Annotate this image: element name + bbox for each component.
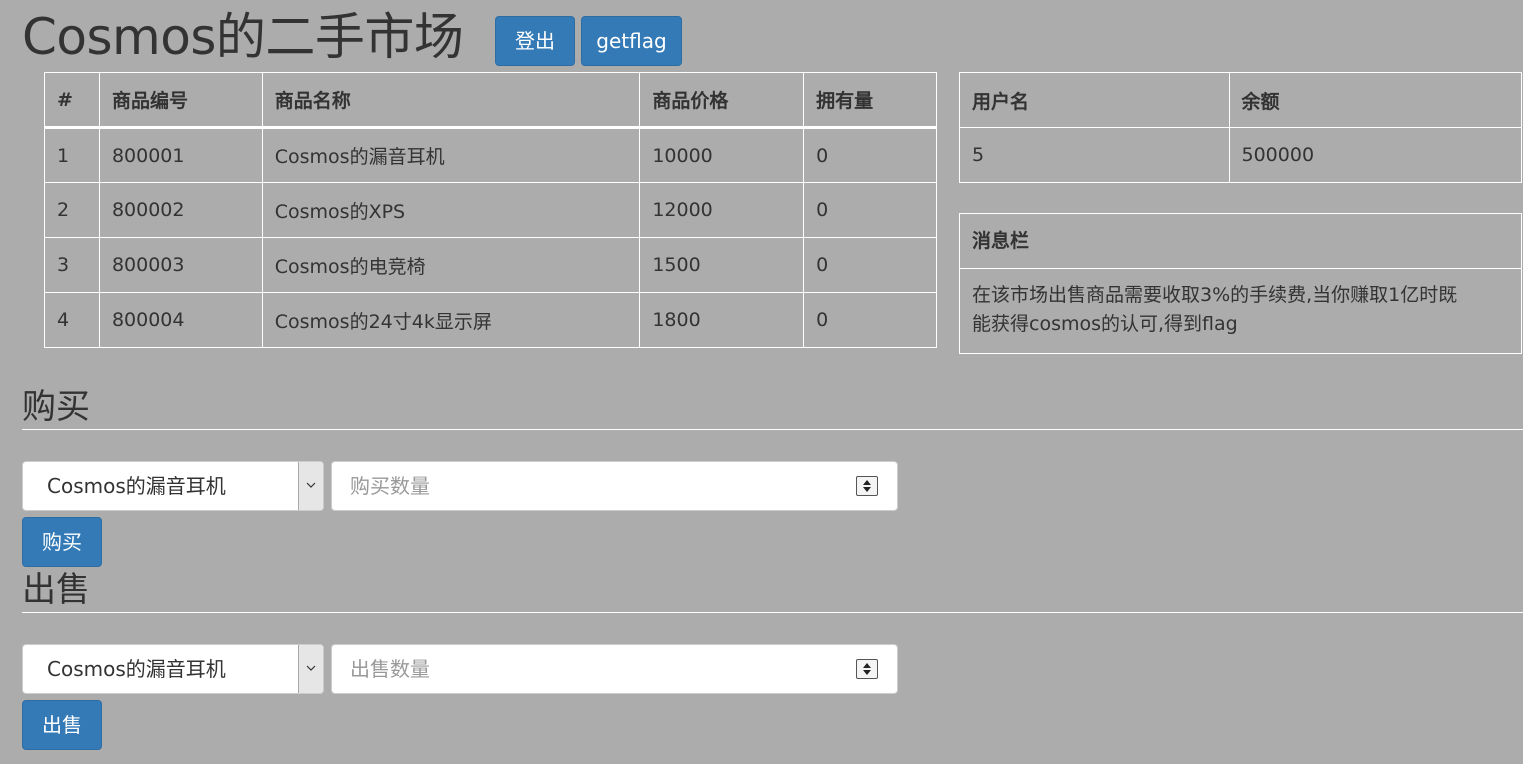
cell-owned: 0 — [803, 237, 937, 293]
sell-quantity-placeholder: 出售数量 — [350, 657, 430, 681]
logout-button[interactable]: 登出 — [495, 16, 575, 66]
sell-button[interactable]: 出售 — [22, 700, 102, 750]
cell-price: 1800 — [639, 292, 805, 348]
sell-product-selected: Cosmos的漏音耳机 — [47, 657, 226, 681]
table-row: 1 800001 Cosmos的漏音耳机 10000 0 — [44, 127, 937, 183]
table-row: 2 800002 Cosmos的XPS 12000 0 — [44, 182, 937, 238]
cell-index: 3 — [44, 237, 100, 293]
user-table-header: 用户名 余额 — [959, 72, 1522, 128]
buy-quantity-placeholder: 购买数量 — [350, 474, 430, 498]
column-header-owned: 拥有量 — [803, 72, 937, 129]
column-header-index: # — [44, 72, 100, 129]
cell-index: 4 — [44, 292, 100, 348]
column-header-id: 商品编号 — [98, 72, 263, 129]
chevron-down-icon[interactable] — [298, 462, 323, 510]
cell-index: 2 — [44, 182, 100, 238]
column-header-username: 用户名 — [959, 72, 1230, 128]
sell-product-select[interactable]: Cosmos的漏音耳机 — [22, 644, 324, 694]
cell-owned: 0 — [803, 182, 937, 238]
column-header-balance: 余额 — [1228, 72, 1522, 128]
sell-quantity-input[interactable]: 出售数量 — [331, 644, 898, 694]
cell-name: Cosmos的电竞椅 — [261, 237, 641, 293]
message-panel-body: 在该市场出售商品需要收取3%的手续费,当你赚取1亿时既 能获得cosmos的认可… — [960, 269, 1521, 339]
user-table: 用户名 余额 5 500000 — [959, 72, 1522, 183]
cell-name: Cosmos的24寸4k显示屏 — [261, 292, 641, 348]
balance-value: 500000 — [1228, 127, 1522, 183]
message-line: 能获得cosmos的认可,得到flag — [972, 313, 1238, 335]
cell-owned: 0 — [803, 127, 937, 183]
cell-index: 1 — [44, 127, 100, 183]
page-title: Cosmos的二手市场 — [22, 8, 464, 66]
column-header-name: 商品名称 — [261, 72, 641, 129]
divider — [22, 429, 1523, 430]
goods-table: # 商品编号 商品名称 商品价格 拥有量 1 800001 Cosmos的漏音耳… — [44, 72, 937, 348]
cell-id: 800004 — [98, 292, 263, 348]
spinner-icon[interactable] — [856, 476, 878, 496]
buy-product-selected: Cosmos的漏音耳机 — [47, 474, 226, 498]
cell-name: Cosmos的XPS — [261, 182, 641, 238]
buy-section-title: 购买 — [22, 387, 90, 427]
chevron-down-icon[interactable] — [298, 645, 323, 693]
cell-price: 10000 — [639, 127, 805, 183]
spinner-icon[interactable] — [856, 659, 878, 679]
cell-owned: 0 — [803, 292, 937, 348]
column-header-price: 商品价格 — [639, 72, 805, 129]
cell-price: 12000 — [639, 182, 805, 238]
cell-price: 1500 — [639, 237, 805, 293]
table-row: 4 800004 Cosmos的24寸4k显示屏 1800 0 — [44, 292, 937, 348]
cell-id: 800001 — [98, 127, 263, 183]
sell-section-title: 出售 — [22, 570, 90, 610]
cell-name: Cosmos的漏音耳机 — [261, 127, 641, 183]
goods-table-header: # 商品编号 商品名称 商品价格 拥有量 — [44, 72, 937, 129]
cell-id: 800003 — [98, 237, 263, 293]
message-line: 在该市场出售商品需要收取3%的手续费,当你赚取1亿时既 — [972, 284, 1458, 306]
title-row: Cosmos的二手市场 — [22, 0, 464, 66]
username-value: 5 — [959, 127, 1230, 183]
buy-product-select[interactable]: Cosmos的漏音耳机 — [22, 461, 324, 511]
table-row: 5 500000 — [959, 127, 1522, 183]
buy-button[interactable]: 购买 — [22, 517, 102, 567]
message-panel: 消息栏 在该市场出售商品需要收取3%的手续费,当你赚取1亿时既 能获得cosmo… — [959, 213, 1522, 354]
table-row: 3 800003 Cosmos的电竞椅 1500 0 — [44, 237, 937, 293]
cell-id: 800002 — [98, 182, 263, 238]
getflag-button[interactable]: getflag — [581, 16, 682, 66]
buy-quantity-input[interactable]: 购买数量 — [331, 461, 898, 511]
message-panel-title: 消息栏 — [960, 214, 1521, 269]
divider — [22, 612, 1523, 613]
page: Cosmos的二手市场 登出 getflag # 商品编号 商品名称 商品价格 … — [0, 0, 1523, 764]
